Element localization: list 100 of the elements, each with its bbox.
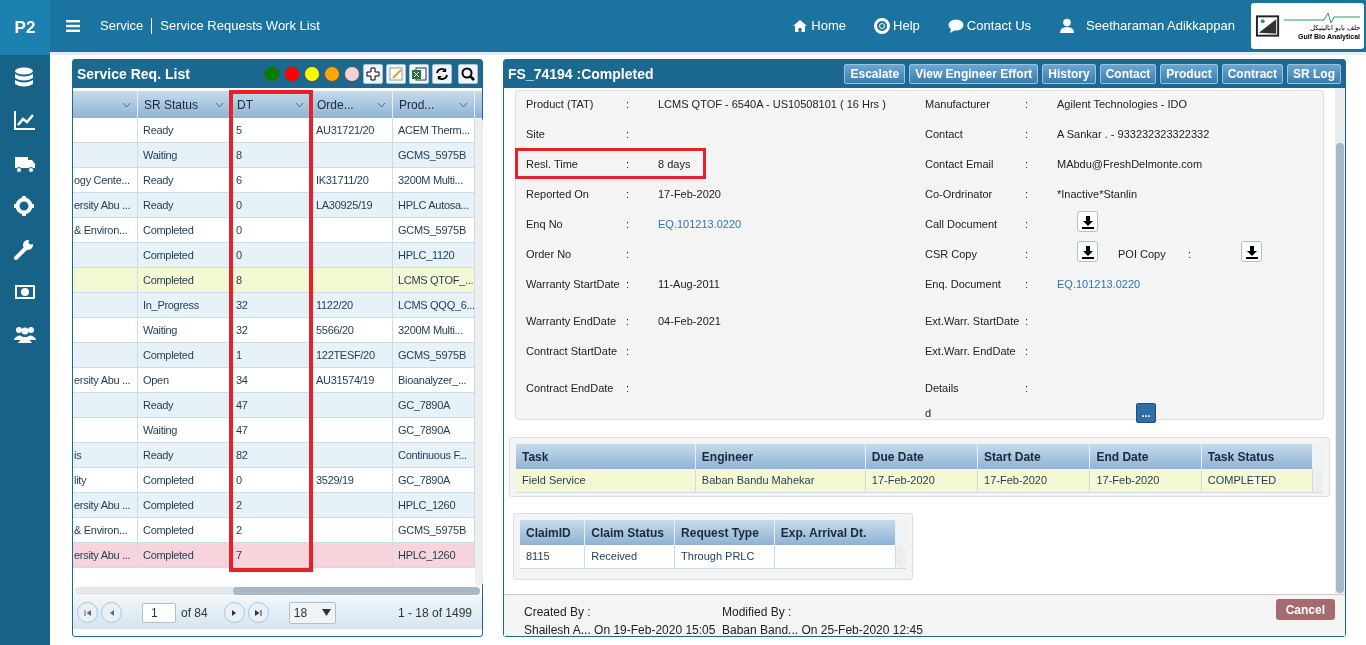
- table-cell[interactable]: 5566/20: [316, 321, 354, 339]
- excel-button[interactable]: [409, 64, 429, 84]
- help-icon[interactable]: [874, 18, 891, 34]
- first-page-button[interactable]: [77, 602, 98, 623]
- table-cell[interactable]: 32: [236, 296, 248, 314]
- table-cell[interactable]: 32: [236, 321, 248, 339]
- table-cell[interactable]: Open: [143, 371, 169, 389]
- table-cell[interactable]: GCMS_5975B: [398, 146, 466, 164]
- table-cell[interactable]: 82: [236, 446, 248, 464]
- table-row[interactable]: & Environ... Completed 2 GCMS_5975B: [73, 518, 475, 543]
- table-row[interactable]: 8115 Received Through PRLC: [520, 545, 906, 569]
- table-cell[interactable]: ersity Abu ...: [74, 371, 131, 389]
- table-cell[interactable]: 8115: [526, 548, 550, 565]
- table-cell[interactable]: Completed: [143, 471, 194, 489]
- chevron-down-icon[interactable]: [215, 101, 224, 108]
- table-cell[interactable]: HPLC_1260: [398, 496, 456, 514]
- table-cell[interactable]: IK31711/20: [316, 171, 369, 189]
- table-cell[interactable]: In_Progress: [143, 296, 199, 314]
- download-button[interactable]: [1077, 211, 1098, 232]
- table-row[interactable]: Completed 8 LCMS QTOF_...: [73, 268, 475, 293]
- user-name[interactable]: Seetharaman Adikkappan: [1086, 16, 1235, 36]
- table-cell[interactable]: Completed: [143, 521, 194, 539]
- table-cell[interactable]: ersity Abu ...: [74, 196, 131, 214]
- action-button[interactable]: SR Log: [1287, 64, 1341, 84]
- table-cell[interactable]: is: [74, 446, 82, 464]
- table-row[interactable]: lity Completed 0 3529/19 GC_7890A: [73, 468, 475, 493]
- previous-page-button[interactable]: [101, 602, 122, 623]
- table-cell[interactable]: Waiting: [143, 321, 178, 339]
- table-cell[interactable]: AU31721/20: [316, 121, 375, 139]
- table-cell[interactable]: LCMS QTOF_...: [398, 271, 474, 289]
- table-cell[interactable]: Completed: [143, 546, 194, 564]
- table-cell[interactable]: Field Service: [522, 472, 586, 489]
- table-cell[interactable]: 1122/20: [316, 296, 353, 314]
- table-cell[interactable]: Bioanalyzer_...: [398, 371, 467, 389]
- page-size-dropdown[interactable]: 18: [288, 601, 336, 624]
- cancel-button[interactable]: Cancel: [1275, 599, 1335, 620]
- table-row[interactable]: & Environ... Completed 0 GCMS_5975B: [73, 218, 475, 243]
- value-link[interactable]: EQ.101213.0220: [1057, 277, 1141, 292]
- table-cell[interactable]: ogy Cente...: [74, 171, 130, 189]
- table-cell[interactable]: ACEM Therm...: [398, 121, 470, 139]
- user-icon[interactable]: [1059, 18, 1076, 34]
- table-cell[interactable]: Ready: [143, 171, 174, 189]
- refresh-button[interactable]: [432, 64, 452, 84]
- table-cell[interactable]: ersity Abu ...: [74, 496, 131, 514]
- chat-icon[interactable]: [947, 18, 964, 34]
- table-cell[interactable]: Ready: [143, 446, 174, 464]
- chevron-down-icon[interactable]: [459, 101, 468, 108]
- value-link[interactable]: EQ.101213.0220: [658, 217, 742, 232]
- table-cell[interactable]: 122TESF/20: [316, 346, 375, 364]
- table-cell[interactable]: Completed: [143, 271, 194, 289]
- table-row[interactable]: Waiting 32 5566/20 3200M Multi...: [73, 318, 475, 343]
- table-cell[interactable]: 0: [236, 246, 242, 264]
- table-row[interactable]: Ready 47 GC_7890A: [73, 393, 475, 418]
- page-field[interactable]: 1: [142, 602, 176, 623]
- scrollbar[interactable]: [896, 545, 906, 568]
- table-row[interactable]: ersity Abu ... Open 34 AU31574/19 Bioanalyzer_...: [73, 368, 475, 393]
- table-cell[interactable]: Completed: [143, 496, 194, 514]
- table-cell[interactable]: & Environ...: [74, 221, 128, 239]
- scrollbar-thumb[interactable]: [233, 587, 480, 595]
- table-cell[interactable]: Waiting: [143, 146, 178, 164]
- table-cell[interactable]: 47: [236, 396, 248, 414]
- table-cell[interactable]: LCMS QQQ_6...: [398, 296, 475, 314]
- table-cell[interactable]: & Environ...: [74, 521, 128, 539]
- next-page-button[interactable]: [223, 602, 245, 623]
- table-cell[interactable]: AU31574/19: [316, 371, 375, 389]
- more-button[interactable]: ...: [1136, 403, 1156, 423]
- table-row[interactable]: Waiting 47 GC_7890A: [73, 418, 475, 443]
- table-cell[interactable]: 3200M Multi...: [398, 171, 463, 189]
- table-row[interactable]: ogy Cente... Ready 6 IK31711/20 3200M Multi...: [73, 168, 475, 193]
- wrench-icon[interactable]: [14, 239, 36, 261]
- table-cell[interactable]: 2: [236, 521, 242, 539]
- table-cell[interactable]: COMPLETED: [1207, 472, 1277, 489]
- table-cell[interactable]: GCMS_5975B: [398, 521, 466, 539]
- table-cell[interactable]: 0: [236, 471, 242, 489]
- settings-icon[interactable]: [14, 196, 36, 218]
- table-cell[interactable]: GCMS_5975B: [398, 221, 466, 239]
- scrollbar[interactable]: [1313, 469, 1323, 492]
- table-cell[interactable]: Continuous F...: [398, 446, 467, 464]
- scrollbar-thumb[interactable]: [1336, 143, 1344, 593]
- table-cell[interactable]: GC_7890A: [398, 396, 451, 414]
- table-cell[interactable]: HPLC_1260: [398, 546, 456, 564]
- table-cell[interactable]: Through PRLC: [681, 548, 755, 565]
- table-cell[interactable]: 1: [236, 346, 242, 364]
- table-cell[interactable]: 3200M Multi...: [398, 321, 463, 339]
- table-row[interactable]: Waiting 8 GCMS_5975B: [73, 143, 475, 168]
- home-icon[interactable]: [792, 18, 809, 34]
- table-cell[interactable]: Completed: [143, 221, 194, 239]
- download-button[interactable]: [1241, 241, 1262, 262]
- table-cell[interactable]: Baban Bandu Mahekar: [701, 472, 815, 489]
- table-cell[interactable]: Ready: [143, 196, 174, 214]
- app-badge[interactable]: P2: [0, 0, 50, 55]
- table-cell[interactable]: HPLC Autosa...: [398, 196, 469, 214]
- table-cell[interactable]: 47: [236, 421, 248, 439]
- breadcrumb-link[interactable]: Service Requests Work List: [160, 16, 320, 36]
- table-row[interactable]: ersity Abu ... Ready 0 LA30925/19 HPLC Autosa...: [73, 193, 475, 218]
- table-row[interactable]: is Ready 82 Continuous F...: [73, 443, 475, 468]
- table-cell[interactable]: 0: [236, 221, 242, 239]
- menu-icon[interactable]: [66, 20, 80, 32]
- table-cell[interactable]: Ready: [143, 396, 174, 414]
- table-cell[interactable]: 5: [236, 121, 242, 139]
